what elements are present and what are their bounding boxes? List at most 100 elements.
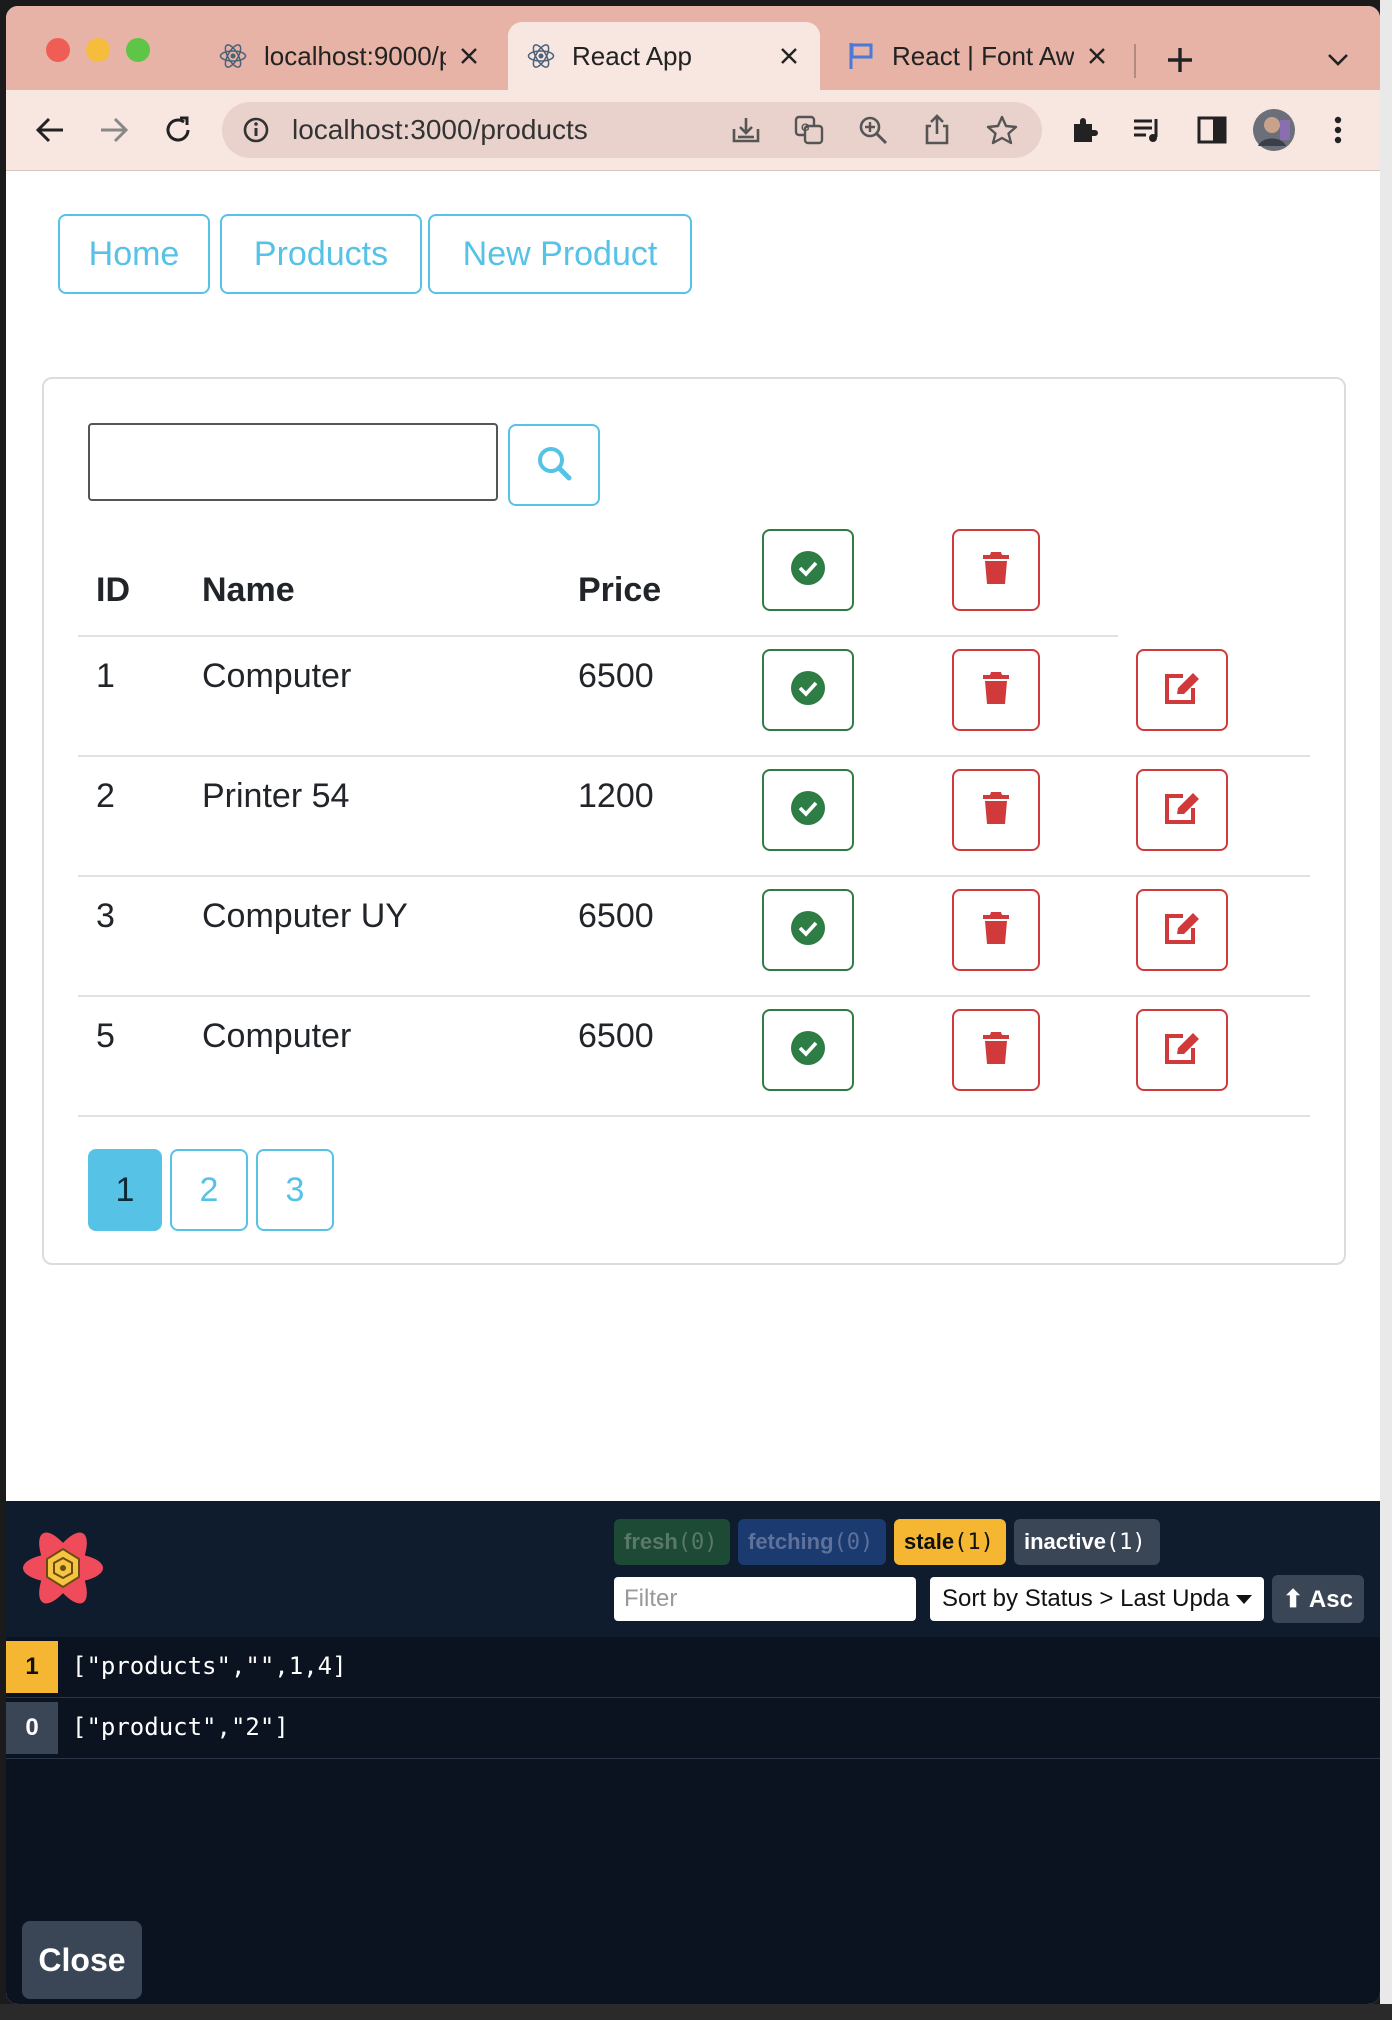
- check-button[interactable]: [762, 889, 854, 971]
- flag-icon: [844, 39, 878, 73]
- filter-input[interactable]: Filter: [614, 1577, 916, 1621]
- react-query-devtools: fresh (0) fetching (0) stale (1) inactive (1…: [6, 1501, 1380, 2004]
- minimize-window-button[interactable]: [86, 38, 110, 62]
- browser-toolbar: localhost:3000/products G: [6, 90, 1380, 171]
- search-input[interactable]: [88, 423, 498, 501]
- zoom-icon[interactable]: [858, 115, 888, 150]
- home-nav-button[interactable]: Home: [58, 214, 210, 294]
- check-button[interactable]: [762, 649, 854, 731]
- row-price: 6500: [578, 657, 654, 695]
- edit-icon: [1163, 670, 1201, 711]
- name-column-header: Name: [202, 571, 295, 609]
- share-icon[interactable]: [922, 114, 952, 151]
- browser-menu-icon[interactable]: [1316, 108, 1360, 152]
- browser-window: localhost:9000/p React App React | Font …: [6, 6, 1380, 2004]
- site-info-icon[interactable]: [242, 116, 270, 149]
- new-product-nav-button[interactable]: New Product: [428, 214, 692, 294]
- trash-icon: [981, 790, 1011, 831]
- tab-title: localhost:9000/p: [264, 40, 446, 71]
- side-panel-icon[interactable]: [1190, 108, 1234, 152]
- tab-react-app[interactable]: React App: [508, 22, 820, 90]
- sort-select[interactable]: Sort by Status > Last Upda: [930, 1577, 1264, 1621]
- media-queue-icon[interactable]: [1126, 108, 1170, 152]
- row-id: 3: [96, 897, 115, 935]
- maximize-window-button[interactable]: [126, 38, 150, 62]
- forward-arrow-icon[interactable]: [92, 108, 136, 152]
- check-button[interactable]: [762, 1009, 854, 1091]
- query-key: ["product","2"]: [72, 1713, 289, 1741]
- edit-button[interactable]: [1136, 889, 1228, 971]
- caret-down-icon: [1236, 1595, 1252, 1604]
- close-devtools-button[interactable]: Close: [22, 1921, 142, 1999]
- tab-divider: [1134, 44, 1136, 78]
- search-button[interactable]: [508, 424, 600, 506]
- fresh-badge[interactable]: fresh (0): [614, 1519, 730, 1565]
- row-divider: [78, 995, 1310, 997]
- desktop-background: [1380, 0, 1392, 2020]
- check-all-button[interactable]: [762, 529, 854, 611]
- extensions-puzzle-icon[interactable]: [1062, 108, 1106, 152]
- new-tab-icon[interactable]: [1158, 38, 1202, 82]
- edit-button[interactable]: [1136, 769, 1228, 851]
- delete-button[interactable]: [952, 769, 1040, 851]
- check-circle-icon: [790, 1030, 826, 1071]
- edit-button[interactable]: [1136, 649, 1228, 731]
- fetching-badge[interactable]: fetching (0): [738, 1519, 886, 1565]
- row-divider: [78, 755, 1310, 757]
- row-name: Computer: [202, 1017, 352, 1055]
- row-price: 6500: [578, 897, 654, 935]
- reload-icon[interactable]: [156, 108, 200, 152]
- sort-direction-button[interactable]: ⬆ Asc: [1272, 1575, 1364, 1623]
- profile-avatar[interactable]: [1252, 108, 1296, 152]
- delete-button[interactable]: [952, 649, 1040, 731]
- close-tab-icon[interactable]: [1082, 41, 1112, 71]
- row-id: 1: [96, 657, 115, 695]
- badge-label: fetching: [748, 1529, 834, 1554]
- price-column-header: Price: [578, 571, 662, 609]
- tab-localhost-9000[interactable]: localhost:9000/p: [200, 22, 500, 90]
- badge-count: (1): [1105, 1529, 1146, 1555]
- tab-title: React App: [572, 40, 692, 71]
- products-nav-button[interactable]: Products: [220, 214, 422, 294]
- delete-button[interactable]: [952, 1009, 1040, 1091]
- delete-button[interactable]: [952, 889, 1040, 971]
- products-card: ID Name Price 1 Computer 6500 2 Printer …: [42, 377, 1346, 1265]
- check-button[interactable]: [762, 769, 854, 851]
- address-bar[interactable]: localhost:3000/products G: [222, 102, 1042, 158]
- query-key: ["products","",1,4]: [72, 1652, 347, 1680]
- badge-count: (0): [833, 1529, 874, 1555]
- row-name: Computer UY: [202, 897, 408, 935]
- search-icon: [535, 444, 573, 487]
- edit-icon: [1163, 1030, 1201, 1071]
- react-icon: [524, 39, 558, 73]
- edit-icon: [1163, 790, 1201, 831]
- page-2-button[interactable]: 2: [170, 1149, 248, 1231]
- close-window-button[interactable]: [46, 38, 70, 62]
- url-text[interactable]: localhost:3000/products: [292, 102, 588, 158]
- check-circle-icon: [790, 550, 826, 591]
- page-1-button[interactable]: 1: [88, 1149, 162, 1231]
- stale-badge[interactable]: stale (1): [894, 1519, 1006, 1565]
- page-3-button[interactable]: 3: [256, 1149, 334, 1231]
- query-observer-count: 0: [6, 1702, 58, 1754]
- close-tab-icon[interactable]: [774, 41, 804, 71]
- close-tab-icon[interactable]: [454, 41, 484, 71]
- back-arrow-icon[interactable]: [28, 108, 72, 152]
- install-app-icon[interactable]: [730, 115, 762, 150]
- translate-icon[interactable]: G: [794, 115, 824, 150]
- tab-font-awesome[interactable]: React | Font Awe: [828, 22, 1128, 90]
- inactive-badge[interactable]: inactive (1): [1014, 1519, 1160, 1565]
- delete-all-button[interactable]: [952, 529, 1040, 611]
- badge-count: (1): [954, 1529, 994, 1555]
- trash-icon: [981, 670, 1011, 711]
- row-price: 6500: [578, 1017, 654, 1055]
- query-observer-count: 1: [6, 1641, 58, 1693]
- tab-search-chevron-icon[interactable]: [1316, 38, 1360, 82]
- query-row[interactable]: 1 ["products","",1,4]: [6, 1637, 1380, 1698]
- check-circle-icon: [790, 670, 826, 711]
- bookmark-star-icon[interactable]: [986, 114, 1018, 151]
- check-circle-icon: [790, 790, 826, 831]
- edit-button[interactable]: [1136, 1009, 1228, 1091]
- query-row[interactable]: 0 ["product","2"]: [6, 1698, 1380, 1759]
- devtools-header: fresh (0) fetching (0) stale (1) inactive (1…: [6, 1501, 1380, 1637]
